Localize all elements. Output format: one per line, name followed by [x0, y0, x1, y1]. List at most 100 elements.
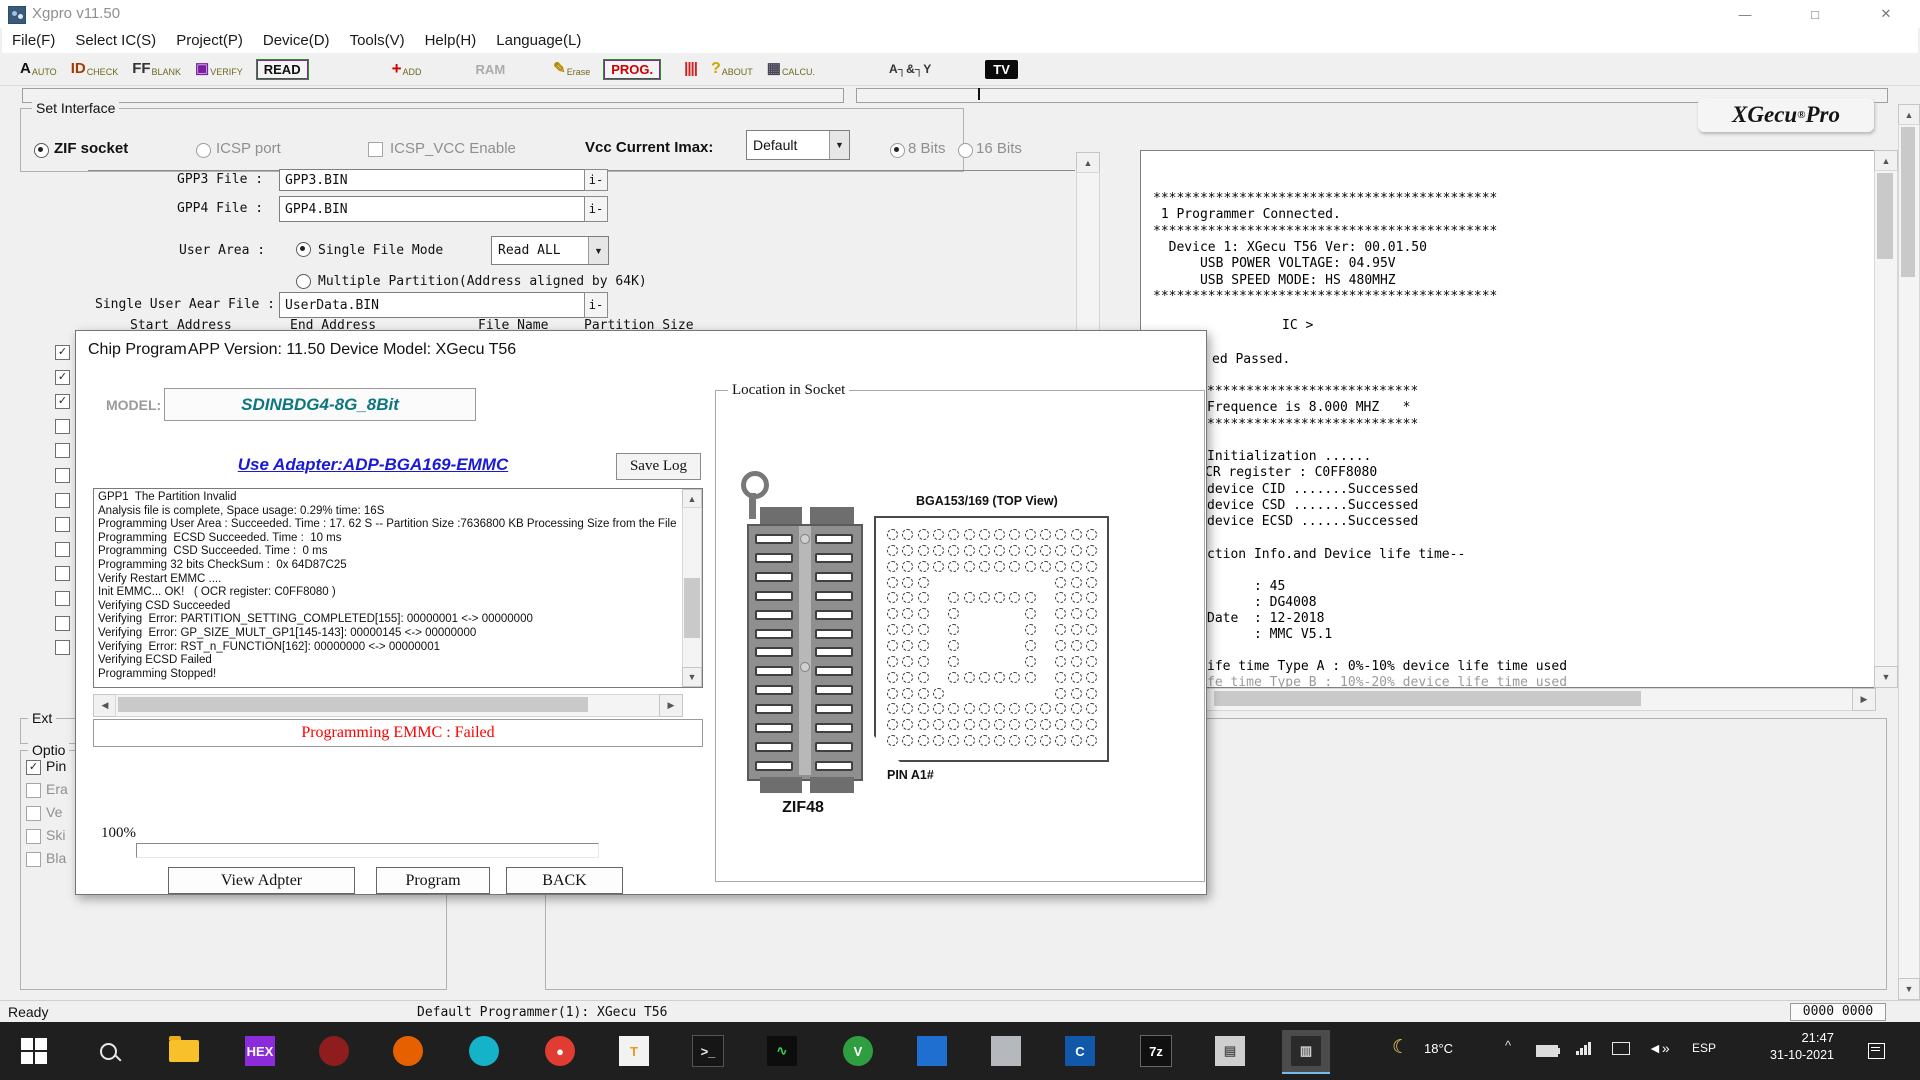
battery-icon[interactable] — [1536, 1045, 1558, 1060]
option-checkbox-ski[interactable] — [26, 829, 41, 844]
partition-checkbox-3[interactable] — [55, 419, 70, 434]
gpp4-field[interactable]: GPP4.BIN — [279, 196, 586, 222]
dialog-log-vthumb[interactable] — [684, 578, 700, 638]
dialog-log-box[interactable]: GPP1 The Partition InvalidAnalysis file … — [93, 488, 703, 688]
partition-checkbox-11[interactable] — [55, 616, 70, 631]
icsp-vcc-checkbox[interactable] — [368, 142, 383, 157]
taskbar-file-explorer[interactable] — [160, 1030, 208, 1072]
menu-item-5[interactable]: Help(H) — [415, 32, 487, 49]
single-file-mode-label[interactable]: Single File Mode — [318, 243, 443, 258]
menu-item-3[interactable]: Device(D) — [253, 32, 340, 49]
clock-date[interactable]: 31-10-2021 — [1748, 1048, 1834, 1062]
network-icon[interactable] — [1576, 1042, 1591, 1055]
partition-checkbox-12[interactable] — [55, 640, 70, 655]
single-file-mode-radio[interactable] — [296, 242, 311, 257]
log-scroll-down-icon[interactable]: ▼ — [1874, 666, 1898, 688]
partition-checkbox-4[interactable] — [55, 443, 70, 458]
taskbar-hex-editor[interactable]: HEX — [236, 1030, 284, 1072]
dialog-hscroll-left-icon[interactable]: ◀ — [93, 694, 117, 717]
option-checkbox-ve[interactable] — [26, 806, 41, 821]
log-scroll-right-icon[interactable]: ▶ — [1852, 688, 1876, 711]
back-button[interactable]: BACK — [506, 867, 623, 894]
gpp3-field[interactable]: GPP3.BIN — [279, 169, 586, 191]
minimize-button[interactable]: — — [1717, 0, 1773, 28]
taskbar-dark-red-app[interactable] — [310, 1030, 358, 1072]
toolbar-logic-button[interactable]: A┐&┐Y — [889, 61, 931, 77]
outer-scroll-down-icon[interactable]: ▼ — [1898, 978, 1920, 1000]
toolbar-read-button[interactable]: READ — [257, 60, 308, 79]
taskbar-firefox[interactable] — [384, 1030, 432, 1072]
view-adapter-button[interactable]: View Adpter — [168, 867, 355, 894]
bits16-radio[interactable] — [958, 143, 973, 158]
taskbar-record-app[interactable]: ● — [536, 1030, 584, 1072]
dialog-log-hscrollbar[interactable] — [115, 694, 661, 717]
log-hscroll-thumb[interactable] — [1214, 691, 1641, 706]
bits8-radio[interactable] — [890, 143, 905, 158]
gpp4-browse-button[interactable]: i- — [584, 196, 608, 222]
log-vscrollbar[interactable] — [1874, 170, 1898, 668]
dialog-log-up-icon[interactable]: ▲ — [682, 489, 702, 509]
taskbar-t-programmer[interactable]: T — [610, 1030, 658, 1072]
zif-socket-radio[interactable] — [34, 143, 49, 158]
partition-checkbox-5[interactable] — [55, 468, 70, 483]
dialog-log-hthumb[interactable] — [118, 697, 588, 712]
dialog-log-vscrollbar[interactable] — [682, 507, 702, 671]
toolbar-check-button[interactable]: IDCHECK — [71, 61, 119, 77]
tray-chevron-icon[interactable]: ^ — [1505, 1038, 1511, 1053]
partition-checkbox-8[interactable] — [55, 542, 70, 557]
gpp3-browse-button[interactable]: i- — [584, 169, 608, 191]
taskbar-printer-app[interactable]: ▤ — [1206, 1030, 1254, 1072]
partition-checkbox-9[interactable] — [55, 566, 70, 581]
dropdown-arrow-icon[interactable]: ▼ — [829, 131, 849, 159]
taskbar-xgpro-active[interactable]: ▥ — [1282, 1030, 1330, 1074]
taskbar-blue-c-app[interactable]: C — [1056, 1030, 1104, 1072]
partition-checkbox-0[interactable]: ✓ — [55, 345, 70, 360]
dialog-save-log-button[interactable]: Save Log — [616, 453, 701, 480]
partition-checkbox-10[interactable] — [55, 591, 70, 606]
user-file-field[interactable]: UserData.BIN — [279, 292, 586, 318]
outer-scrollbar[interactable] — [1898, 124, 1920, 980]
log-hscrollbar[interactable] — [1140, 688, 1876, 711]
partition-checkbox-7[interactable] — [55, 517, 70, 532]
taskbar-v-app[interactable]: V — [834, 1030, 882, 1072]
menu-item-2[interactable]: Project(P) — [166, 32, 253, 49]
partition-checkbox-6[interactable] — [55, 493, 70, 508]
multi-partition-label[interactable]: Multiple Partition(Address aligned by 64… — [318, 274, 647, 289]
taskbar-seven-zip[interactable]: 7z — [1132, 1030, 1180, 1072]
partition-checkbox-2[interactable]: ✓ — [55, 394, 70, 409]
dialog-hscroll-right-icon[interactable]: ▶ — [659, 694, 683, 717]
program-button[interactable]: Program — [376, 867, 490, 894]
option-checkbox-pin[interactable]: ✓ — [26, 760, 41, 775]
menu-item-0[interactable]: File(F) — [2, 32, 65, 49]
weather-moon-icon[interactable]: ☾ — [1392, 1036, 1409, 1059]
taskbar-search[interactable] — [84, 1030, 132, 1072]
menu-item-6[interactable]: Language(L) — [486, 32, 591, 49]
taskbar-edge[interactable] — [460, 1030, 508, 1072]
taskbar-terminal[interactable]: >_ — [684, 1030, 732, 1072]
vcc-imax-dropdown[interactable]: Default ▼ — [746, 130, 850, 160]
taskbar-start[interactable] — [10, 1030, 58, 1072]
ethernet-icon[interactable] — [1612, 1042, 1630, 1058]
toolbar-auto-button[interactable]: AAUTO — [20, 61, 57, 77]
read-mode-arrow-icon[interactable]: ▼ — [588, 237, 608, 264]
taskbar-gray-app[interactable] — [982, 1030, 1030, 1072]
toolbar-add-button[interactable]: +ADD — [392, 61, 422, 77]
list-scrollbar[interactable] — [1076, 172, 1100, 332]
toolbar-blank-button[interactable]: FFBLANK — [132, 61, 181, 77]
multi-partition-radio[interactable] — [296, 274, 311, 289]
toolbar-about-button[interactable]: ?ABOUT — [711, 61, 753, 77]
partition-checkbox-1[interactable]: ✓ — [55, 370, 70, 385]
outer-scroll-up-icon[interactable]: ▲ — [1898, 104, 1920, 126]
weather-temp[interactable]: 18°C — [1424, 1041, 1453, 1056]
taskbar-blue-app[interactable] — [908, 1030, 956, 1072]
log-vscroll-thumb[interactable] — [1877, 173, 1893, 259]
dialog-log-down-icon[interactable]: ▼ — [682, 667, 702, 687]
toolbar-pins-button[interactable]: |||| — [684, 61, 697, 77]
volume-icon[interactable]: ◄» — [1648, 1040, 1670, 1056]
toolbar-erase-button[interactable]: ✎Erase — [553, 61, 590, 77]
taskbar-audio-tool[interactable]: ∿ — [758, 1030, 806, 1072]
language-indicator[interactable]: ESP — [1692, 1041, 1716, 1055]
zif-socket-label[interactable]: ZIF socket — [54, 140, 128, 157]
icsp-port-radio[interactable] — [196, 143, 211, 158]
clock-time[interactable]: 21:47 — [1760, 1030, 1834, 1045]
